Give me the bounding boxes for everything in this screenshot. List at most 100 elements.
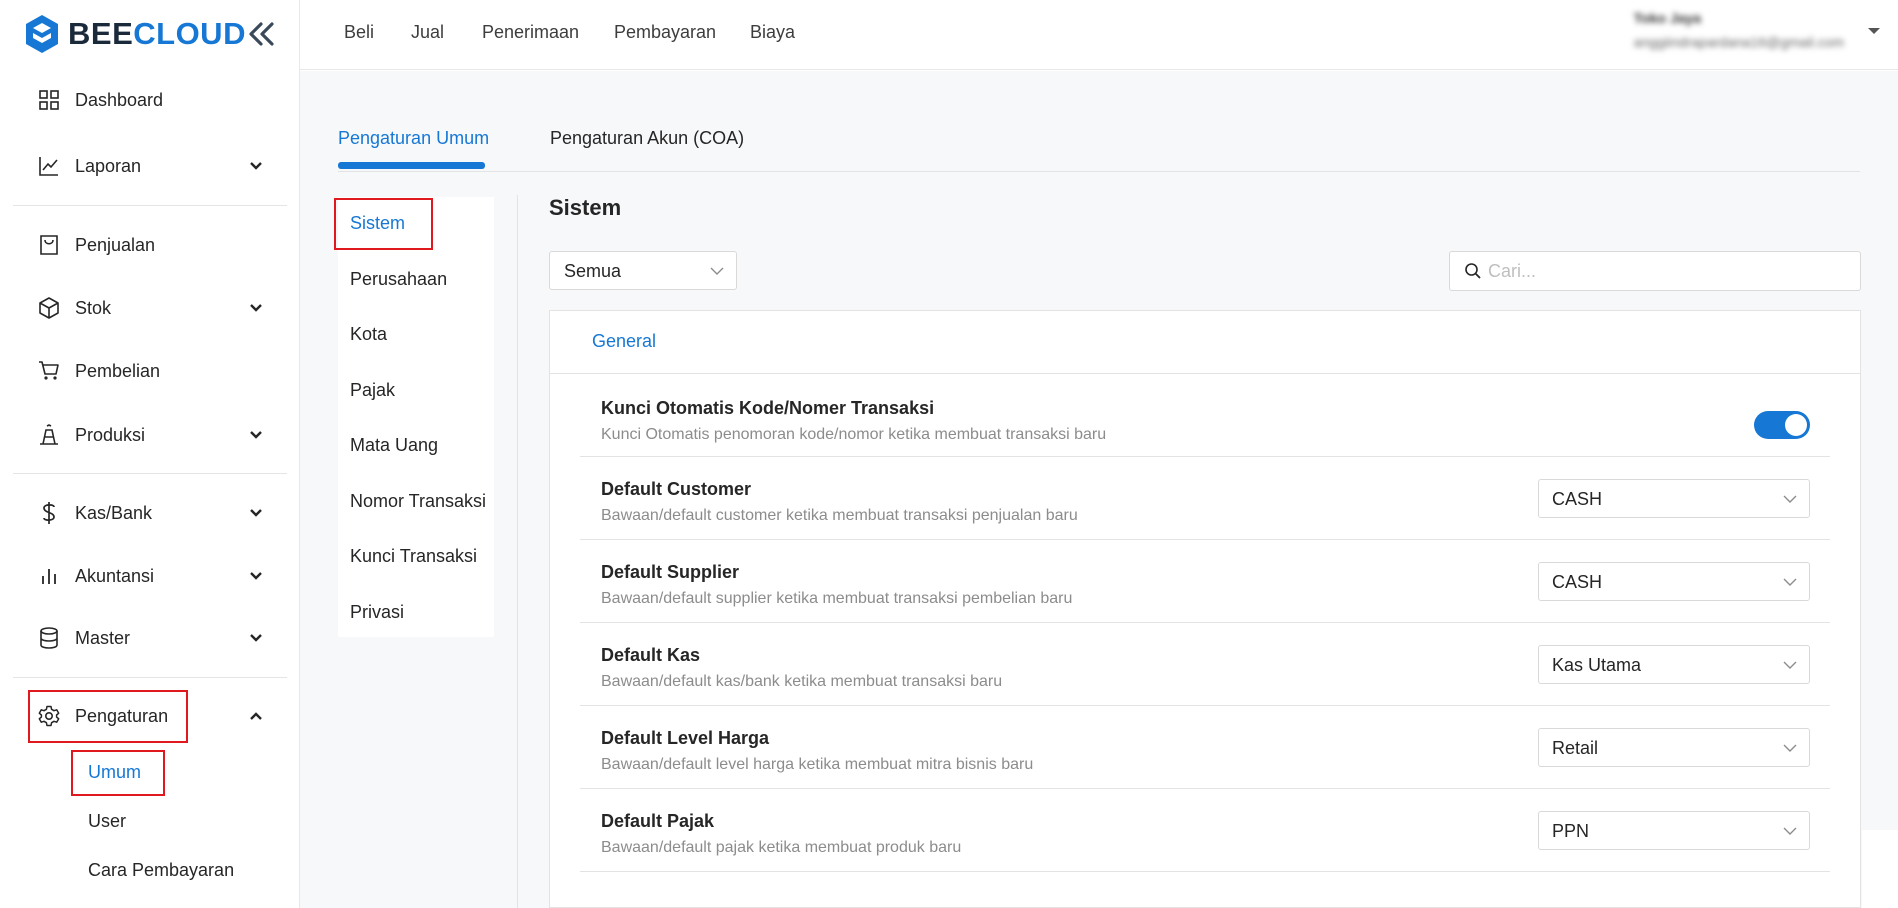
filter-select[interactable]: Semua	[549, 251, 737, 290]
chevron-down-icon	[250, 304, 262, 312]
factory-icon	[36, 422, 62, 448]
chevron-down-icon	[1783, 578, 1797, 586]
setting-title: Default Kas	[601, 645, 701, 665]
select-value: Retail	[1552, 738, 1599, 758]
tabs-divider	[338, 171, 1860, 172]
default-pajak-select[interactable]: PPN	[1538, 811, 1810, 850]
subnav-item-privasi[interactable]: Privasi	[350, 602, 404, 623]
tab-pengaturan-akun[interactable]: Pengaturan Akun (COA)	[550, 128, 744, 149]
subnav-item-nomor-transaksi[interactable]: Nomor Transaksi	[350, 491, 486, 512]
collapse-sidebar-icon[interactable]	[246, 18, 276, 50]
subnav-item-kunci-transaksi[interactable]: Kunci Transaksi	[350, 546, 477, 567]
sidebar-divider	[13, 473, 287, 474]
sidebar-item-produksi[interactable]: Produksi	[24, 409, 264, 461]
sidebar-item-label: Dashboard	[75, 89, 164, 110]
setting-row-default-customer: Default Customer Bawaan/default customer…	[580, 457, 1830, 540]
subnav-item-kota[interactable]: Kota	[350, 324, 387, 345]
chevron-down-icon	[250, 431, 262, 439]
setting-title: Default Customer	[601, 479, 752, 499]
sidebar-item-dashboard[interactable]: Dashboard	[24, 74, 264, 126]
vertical-divider	[517, 195, 518, 908]
sidebar-subitem-cara-pembayaran[interactable]: Cara Pembayaran	[88, 860, 234, 881]
subnav-item-perusahaan[interactable]: Perusahaan	[350, 269, 447, 290]
topnav-item-jual[interactable]: Jual	[411, 22, 444, 43]
highlight-box-umum	[71, 750, 165, 796]
sidebar-item-label: Master	[75, 627, 131, 648]
subnav-item-mata-uang[interactable]: Mata Uang	[350, 435, 438, 456]
chevron-down-icon	[250, 572, 262, 580]
setting-description: Bawaan/default pajak ketika membuat prod…	[601, 839, 962, 856]
topnav-item-beli[interactable]: Beli	[344, 22, 374, 43]
brand-name: BEECLOUD	[68, 16, 246, 51]
tab-pengaturan-umum[interactable]: Pengaturan Umum	[338, 128, 489, 149]
select-value: PPN	[1552, 821, 1590, 841]
sidebar-item-label: Laporan	[75, 155, 142, 176]
search-field[interactable]	[1449, 251, 1861, 291]
setting-title: Default Supplier	[601, 562, 740, 582]
default-kas-select[interactable]: Kas Utama	[1538, 645, 1810, 684]
sidebar-item-laporan[interactable]: Laporan	[24, 140, 264, 192]
setting-title: Kunci Otomatis Kode/Nomer Transaksi	[601, 398, 935, 418]
main-content: Pengaturan Umum Pengaturan Akun (COA) Si…	[300, 71, 1898, 908]
select-value: CASH	[1552, 572, 1603, 592]
brand-logo[interactable]: BEECLOUD	[24, 14, 246, 54]
search-input[interactable]	[1488, 258, 1848, 284]
card-tab-general[interactable]: General	[592, 331, 656, 352]
default-customer-select[interactable]: CASH	[1538, 479, 1810, 518]
grid-icon	[36, 87, 62, 113]
chevron-down-icon	[1783, 661, 1797, 669]
bar-chart-icon	[36, 563, 62, 589]
sidebar-item-stok[interactable]: Stok	[24, 282, 264, 334]
setting-row-default-kas: Default Kas Bawaan/default kas/bank keti…	[580, 623, 1830, 706]
settings-card: General Kunci Otomatis Kode/Nomer Transa…	[549, 310, 1861, 908]
setting-row-default-level-harga: Default Level Harga Bawaan/default level…	[580, 706, 1830, 789]
default-level-harga-select[interactable]: Retail	[1538, 728, 1810, 767]
chevron-down-icon	[250, 509, 262, 517]
topnav-item-pembayaran[interactable]: Pembayaran	[614, 22, 716, 43]
sidebar-divider	[13, 677, 287, 678]
caret-down-icon[interactable]	[1868, 28, 1880, 34]
chevron-down-icon	[710, 267, 724, 275]
chevron-up-icon	[250, 712, 262, 720]
chevron-down-icon	[1783, 827, 1797, 835]
highlight-box-pengaturan	[28, 690, 188, 743]
sidebar-subitem-user[interactable]: User	[88, 811, 126, 832]
chart-line-icon	[36, 153, 62, 179]
setting-row-kunci-otomatis: Kunci Otomatis Kode/Nomer Transaksi Kunc…	[580, 374, 1830, 457]
select-value: Kas Utama	[1552, 655, 1642, 675]
chevron-down-icon	[250, 162, 262, 170]
sidebar-item-label: Akuntansi	[75, 565, 155, 586]
sidebar: BEECLOUD Dashboard Laporan Penjualan Sto…	[0, 0, 300, 908]
database-icon	[36, 625, 62, 651]
setting-row-default-supplier: Default Supplier Bawaan/default supplier…	[580, 540, 1830, 623]
sidebar-item-kas-bank[interactable]: Kas/Bank	[24, 487, 264, 539]
chevron-down-icon	[1783, 495, 1797, 503]
app-root: BEECLOUD Dashboard Laporan Penjualan Sto…	[0, 0, 1898, 908]
settings-subnav: Sistem Perusahaan Kota Pajak Mata Uang N…	[338, 197, 494, 637]
cart-icon	[36, 358, 62, 384]
setting-title: Default Level Harga	[601, 728, 770, 748]
kunci-otomatis-toggle[interactable]	[1754, 411, 1810, 439]
sidebar-item-label: Stok	[75, 297, 112, 318]
setting-title: Default Pajak	[601, 811, 715, 831]
search-icon	[1465, 263, 1481, 279]
sidebar-item-master[interactable]: Master	[24, 612, 264, 664]
dollar-icon	[36, 500, 62, 526]
top-navbar: Beli Jual Penerimaan Pembayaran Biaya To…	[300, 0, 1898, 70]
user-menu[interactable]: Toko Jaya anggiindrapardana16@gmail.com	[1634, 10, 1844, 50]
sidebar-divider	[13, 205, 287, 206]
select-value: CASH	[1552, 489, 1603, 509]
setting-description: Bawaan/default kas/bank ketika membuat t…	[601, 673, 1003, 690]
setting-row-default-pajak: Default Pajak Bawaan/default pajak ketik…	[580, 789, 1830, 872]
default-supplier-select[interactable]: CASH	[1538, 562, 1810, 601]
topnav-item-biaya[interactable]: Biaya	[750, 22, 795, 43]
subnav-item-pajak[interactable]: Pajak	[350, 380, 395, 401]
sidebar-item-label: Pembelian	[75, 360, 161, 381]
chevron-down-icon	[250, 634, 262, 642]
sidebar-item-pembelian[interactable]: Pembelian	[24, 345, 264, 397]
box-icon	[36, 295, 62, 321]
sidebar-item-label: Kas/Bank	[75, 502, 153, 523]
sidebar-item-akuntansi[interactable]: Akuntansi	[24, 550, 264, 602]
topnav-item-penerimaan[interactable]: Penerimaan	[482, 22, 579, 43]
sidebar-item-penjualan[interactable]: Penjualan	[24, 219, 264, 271]
